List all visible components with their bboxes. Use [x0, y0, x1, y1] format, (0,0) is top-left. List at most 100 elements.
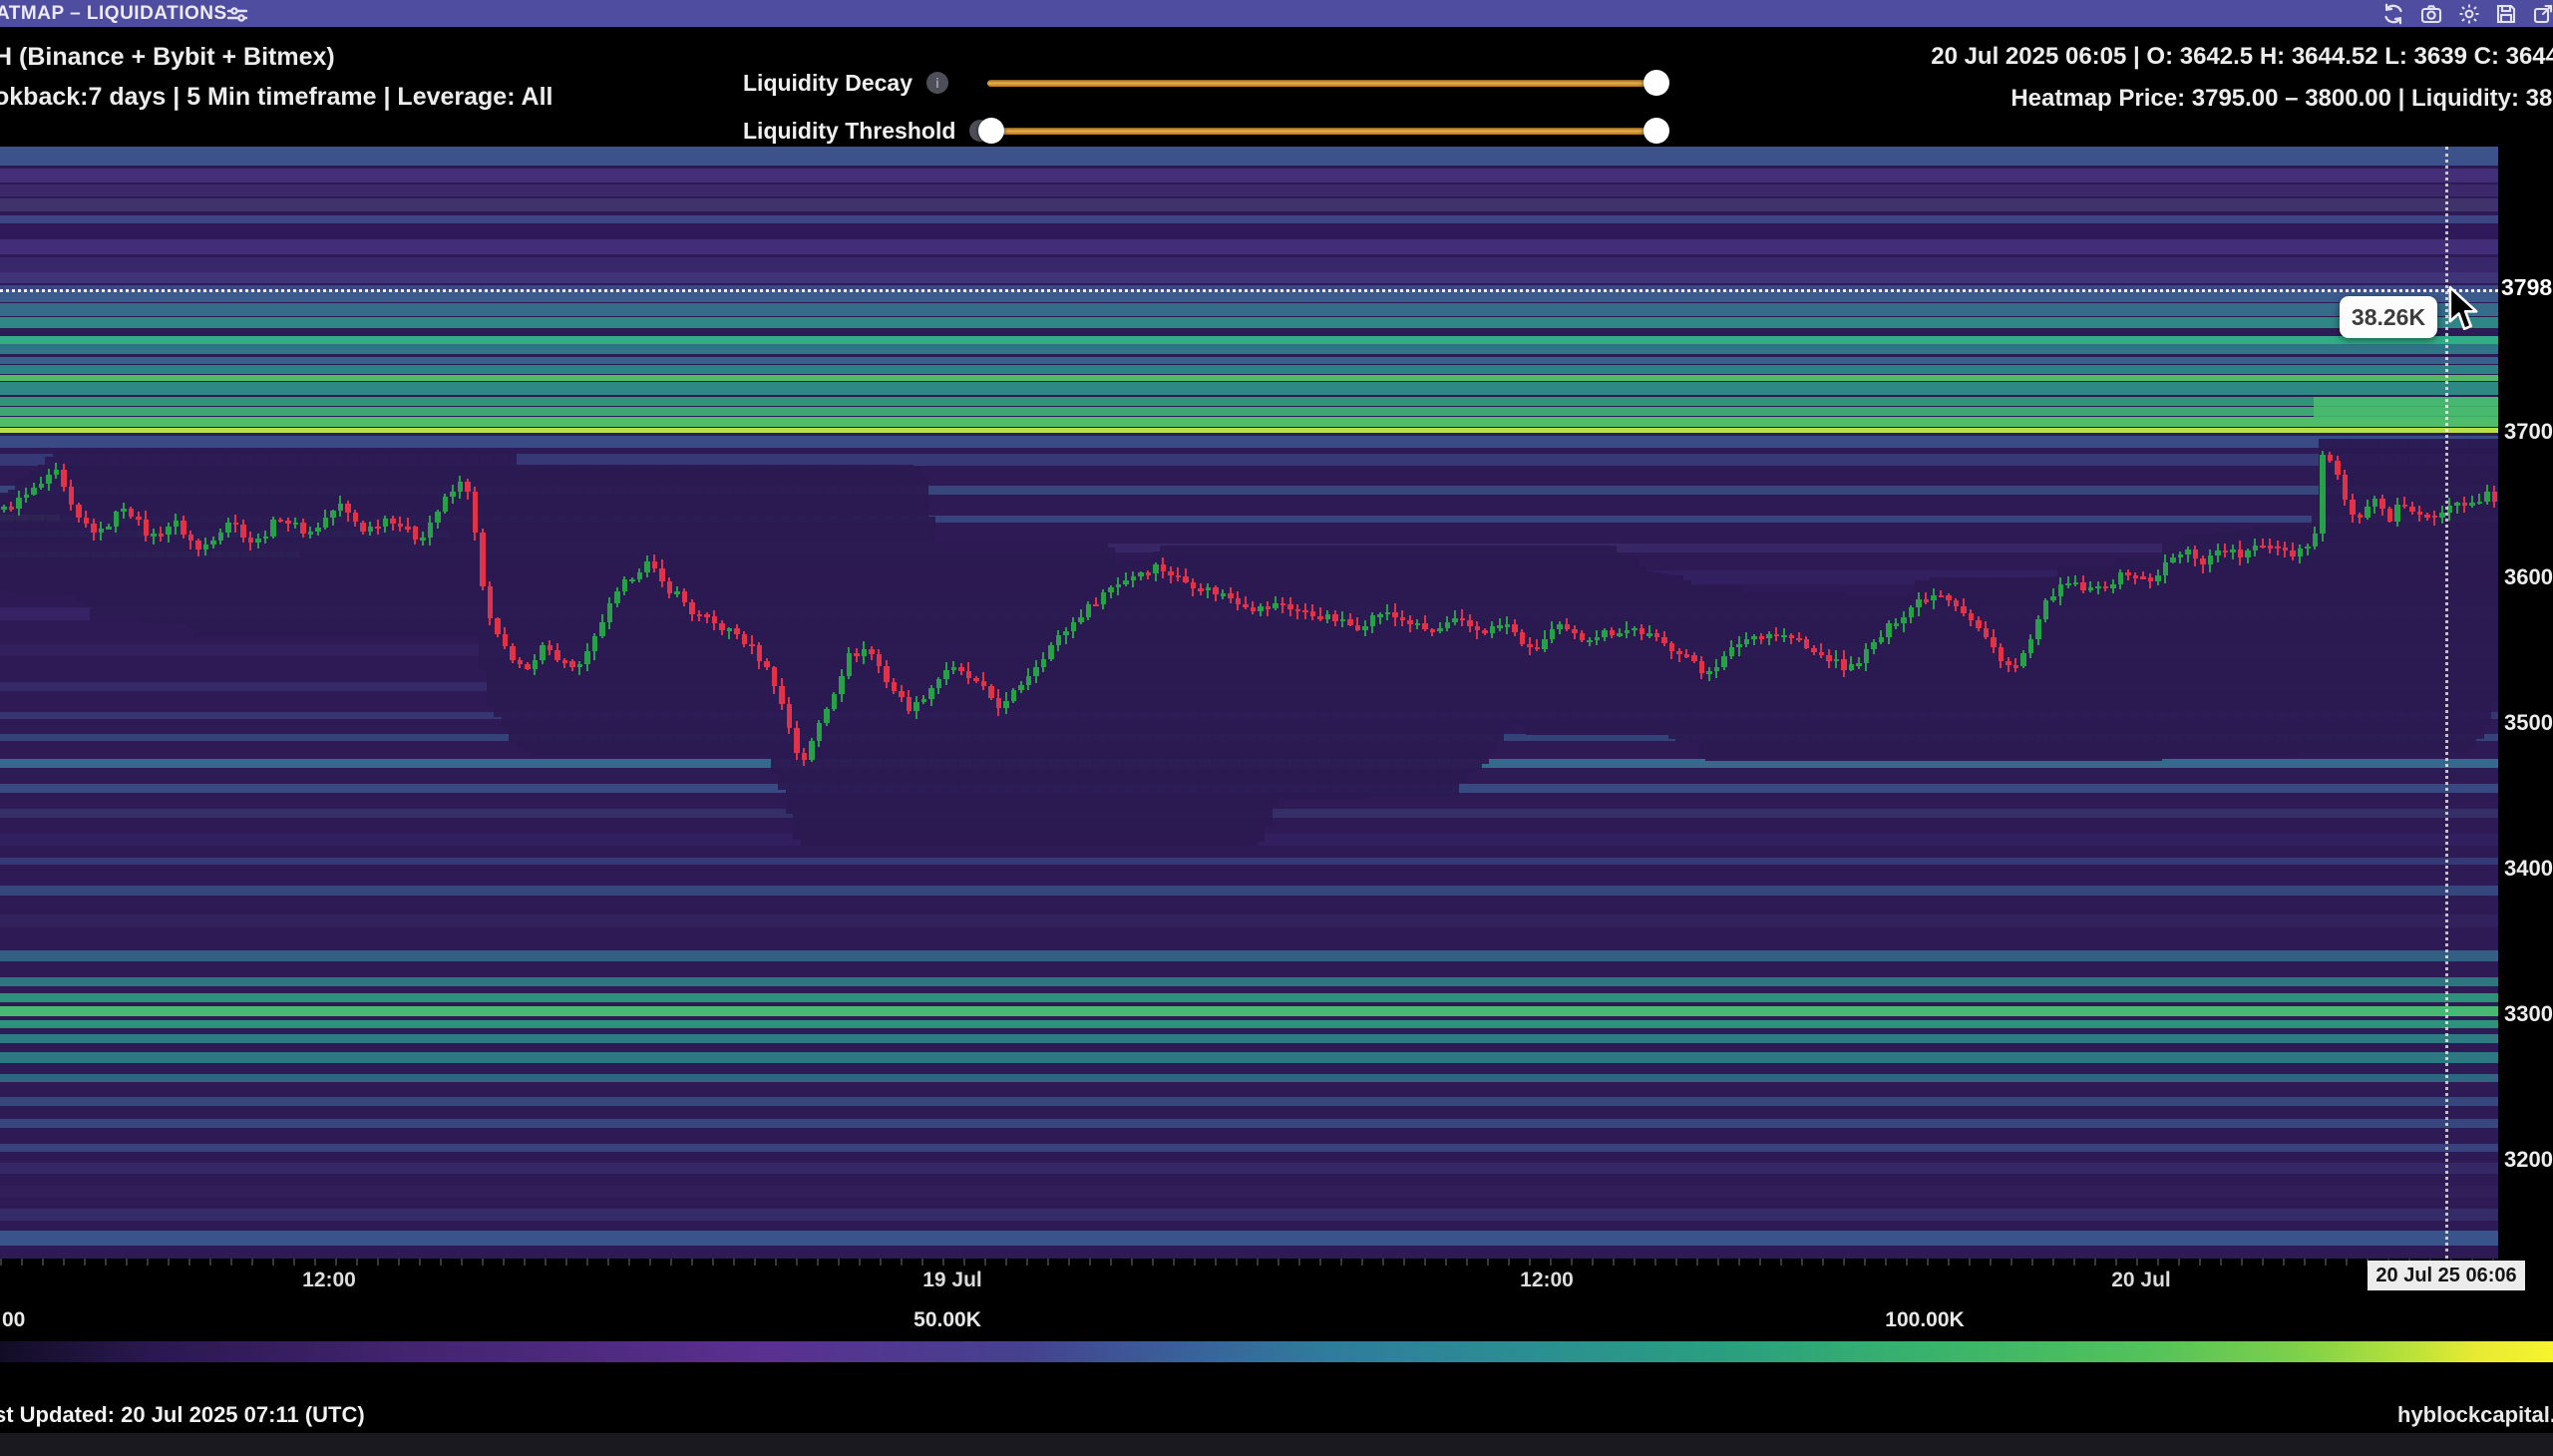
x-axis-label: 19 Jul — [922, 1269, 982, 1292]
candle-body — [2095, 586, 2101, 589]
candle-body — [1864, 649, 1870, 663]
candle-body — [1766, 634, 1772, 638]
footer: st Updated: 20 Jul 2025 07:11 (UTC) hybl… — [0, 1362, 2553, 1456]
slider-track[interactable] — [987, 128, 1660, 135]
candle-wick — [1499, 618, 1501, 631]
candle-body — [2140, 576, 2146, 579]
candle-body — [1422, 623, 1428, 630]
candle-body — [2215, 550, 2221, 555]
candle-body — [832, 694, 838, 709]
candles-layer — [0, 147, 2498, 1259]
candle-body — [2409, 507, 2415, 512]
candle-body — [727, 628, 733, 631]
header: H (Binance + Bybit + Bitmex) okback:7 da… — [0, 27, 2553, 147]
candle-body — [1924, 599, 1930, 602]
liquidity-threshold-slider[interactable]: Liquidity Threshold i — [743, 111, 1680, 151]
candle-body — [2387, 509, 2393, 521]
candle-body — [2058, 584, 2064, 597]
colorbar-scale-labels: 0050.00K100.00K — [0, 1306, 2553, 1340]
candle-body — [787, 704, 793, 728]
candle-body — [240, 525, 246, 538]
candle-wick — [1925, 592, 1927, 604]
candle-body — [1744, 639, 1750, 644]
candle-body — [1961, 606, 1967, 613]
candle-body — [405, 527, 411, 530]
candle-body — [2417, 512, 2423, 516]
candle-body — [2462, 503, 2468, 506]
candle-body — [1497, 625, 1503, 628]
candle-body — [1236, 598, 1242, 604]
candle-body — [315, 528, 321, 533]
colorbar-label: 00 — [2, 1308, 25, 1332]
candle-body — [2208, 555, 2214, 564]
candle-body — [91, 524, 97, 533]
candle-body — [2073, 582, 2079, 585]
refresh-icon[interactable] — [2381, 2, 2405, 26]
candle-body — [480, 533, 486, 585]
candle-wick — [287, 518, 289, 532]
slider-knob[interactable] — [1643, 70, 1669, 96]
candle-body — [817, 723, 823, 741]
candle-body — [869, 649, 875, 654]
candle-body — [2178, 554, 2184, 557]
candle-body — [1691, 655, 1697, 662]
candle-body — [2200, 558, 2206, 564]
candle-body — [1751, 636, 1757, 639]
candle-body — [1714, 667, 1720, 671]
save-icon[interactable] — [2494, 2, 2518, 26]
candle-body — [996, 698, 1002, 708]
candle-body — [2343, 475, 2349, 501]
candle-body — [1774, 634, 1780, 637]
y-axis-label: 3200 — [2504, 1147, 2553, 1173]
candle-body — [1392, 612, 1398, 617]
candle-body — [1676, 651, 1682, 654]
slider-knob[interactable] — [978, 118, 1004, 144]
heatmap-canvas[interactable] — [0, 147, 2498, 1259]
candle-body — [1557, 624, 1563, 628]
candle-body — [1879, 637, 1885, 643]
candle-body — [2080, 582, 2086, 590]
candle-body — [1415, 623, 1421, 626]
bottom-strip — [0, 1433, 2553, 1456]
x-axis[interactable]: 12:0019 Jul12:0020 Jul — [0, 1259, 2553, 1306]
candle-body — [667, 581, 673, 593]
candle-body — [308, 532, 314, 535]
candle-body — [1198, 588, 1204, 591]
candle-body — [1602, 630, 1608, 637]
liquidity-decay-slider[interactable]: Liquidity Decay i — [743, 63, 1680, 103]
export-icon[interactable] — [2531, 2, 2553, 26]
slider-knob[interactable] — [1643, 118, 1669, 144]
candle-body — [360, 523, 366, 533]
candle-body — [1430, 629, 1436, 632]
candle-body — [1370, 615, 1376, 626]
candle-body — [1407, 620, 1413, 624]
filters-icon[interactable] — [225, 2, 249, 26]
candle-body — [943, 670, 949, 679]
candle-body — [1565, 624, 1571, 629]
slider-track[interactable] — [987, 80, 1660, 87]
candle-body — [1976, 620, 1982, 628]
candle-body — [2155, 575, 2161, 581]
candle-body — [2260, 546, 2266, 548]
candle-body — [1400, 617, 1406, 620]
candle-body — [764, 661, 770, 667]
candle-body — [1901, 617, 1907, 624]
settings-icon[interactable] — [2457, 2, 2481, 26]
candle-body — [794, 728, 800, 753]
candle-body — [540, 645, 546, 660]
candle-body — [1625, 630, 1631, 634]
candle-body — [488, 586, 494, 619]
candle-body — [1886, 623, 1892, 636]
y-axis[interactable]: 3798. 370036003500340033003200 — [2498, 147, 2553, 1259]
candle-body — [2432, 516, 2438, 519]
camera-icon[interactable] — [2419, 2, 2443, 26]
candle-body — [2328, 455, 2334, 460]
candle-body — [255, 539, 261, 543]
candle-body — [1176, 575, 1182, 578]
info-icon[interactable]: i — [926, 72, 948, 94]
candle-body — [1475, 626, 1481, 630]
y-axis-label: 3400 — [2504, 856, 2553, 882]
candle-body — [1445, 622, 1451, 627]
candle-body — [1916, 599, 1922, 607]
candle-body — [16, 498, 22, 509]
